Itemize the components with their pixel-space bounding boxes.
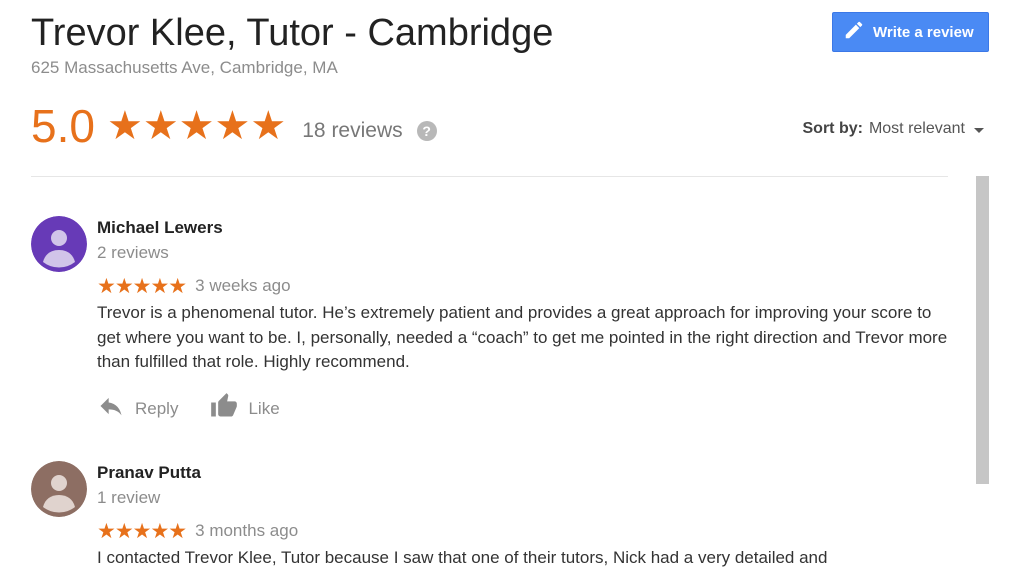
avatar[interactable]	[31, 216, 87, 272]
reviews-count[interactable]: 18 reviews	[302, 119, 402, 143]
review-stars: ★★★★★	[97, 519, 187, 543]
reviewer-name[interactable]: Pranav Putta	[97, 461, 957, 485]
review-stars: ★★★★★	[97, 274, 187, 298]
reviewer-name[interactable]: Michael Lewers	[97, 216, 957, 240]
rating-summary: 5.0 ★★★★★ 18 reviews ?	[31, 98, 437, 154]
pencil-icon	[843, 19, 865, 45]
business-address: 625 Massachusetts Ave, Cambridge, MA	[31, 58, 338, 77]
average-rating: 5.0	[31, 100, 95, 152]
thumbs-up-icon	[210, 392, 248, 425]
reviewer-review-count: 2 reviews	[97, 243, 169, 262]
page-title: Trevor Klee, Tutor - Cambridge	[31, 12, 554, 54]
reply-label: Reply	[135, 398, 179, 418]
review-date: 3 weeks ago	[195, 276, 291, 295]
write-review-button[interactable]: Write a review	[832, 12, 989, 52]
chevron-down-icon	[974, 127, 984, 133]
help-icon[interactable]: ?	[416, 121, 437, 141]
sort-value: Most relevant	[868, 120, 965, 137]
review-text: Trevor is a phenomenal tutor. He’s extre…	[97, 303, 948, 371]
review-text: I contacted Trevor Klee, Tutor because I…	[97, 548, 828, 567]
rating-stars: ★★★★★	[106, 104, 287, 148]
sort-label: Sort by:	[802, 120, 863, 137]
divider	[31, 176, 948, 177]
like-label: Like	[248, 398, 280, 418]
reviewer-review-count: 1 review	[97, 488, 161, 507]
sort-dropdown[interactable]: Sort by: Most relevant	[802, 120, 984, 138]
reply-icon	[97, 392, 135, 425]
reply-button[interactable]: Reply	[97, 392, 178, 425]
like-button[interactable]: Like	[210, 392, 280, 425]
review-date: 3 months ago	[195, 521, 299, 540]
scrollbar-thumb[interactable]	[976, 176, 989, 484]
write-review-label: Write a review	[873, 23, 974, 41]
avatar[interactable]	[31, 461, 87, 517]
